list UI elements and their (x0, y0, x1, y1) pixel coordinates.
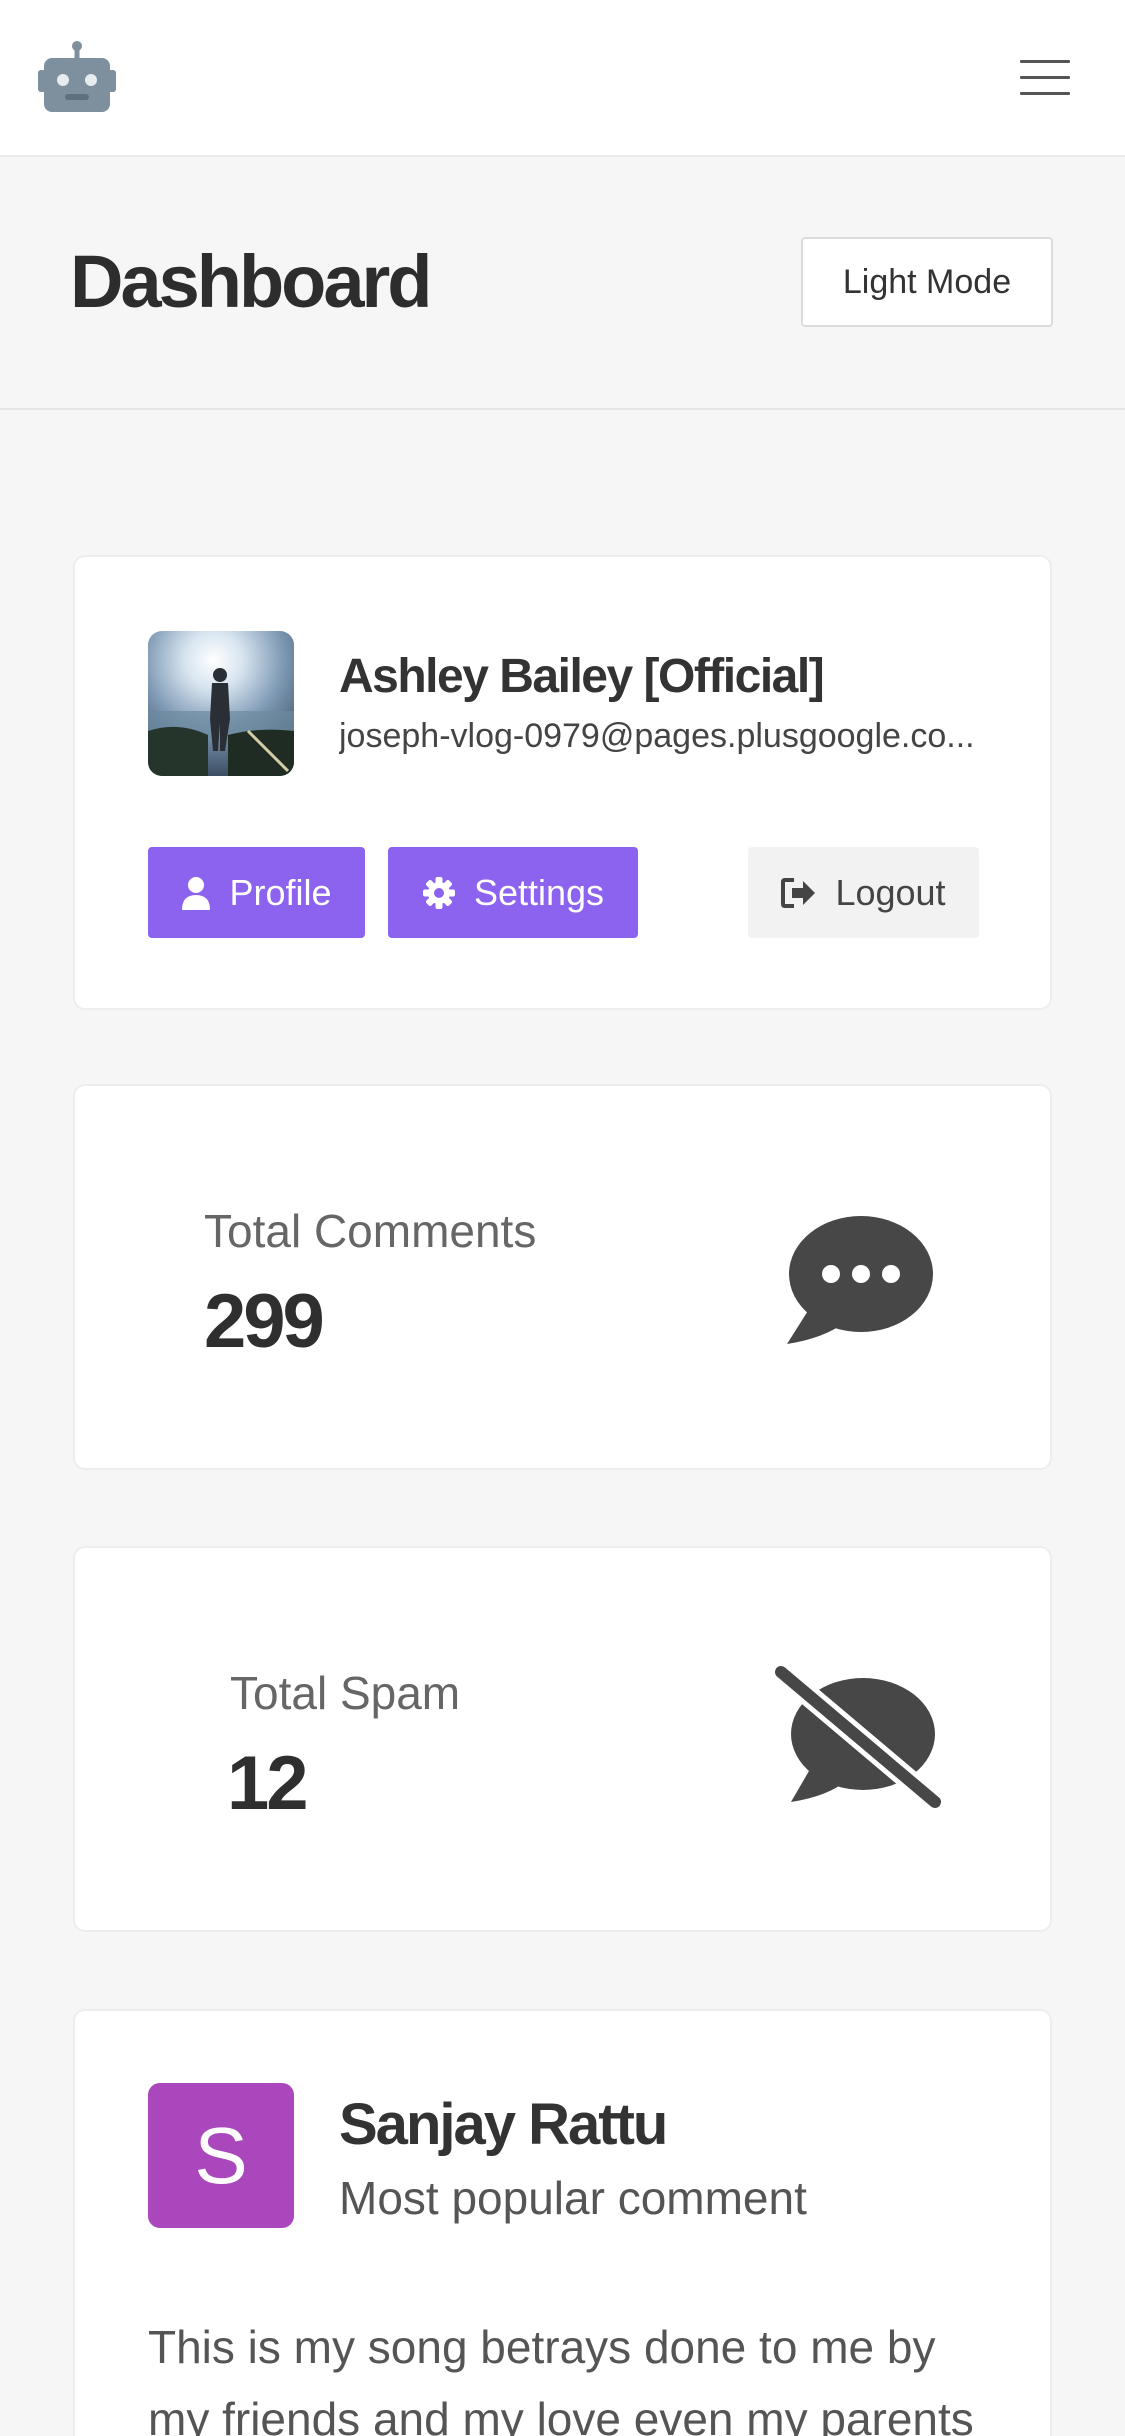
robot-logo-icon[interactable] (38, 40, 116, 114)
total-comments-card: Total Comments 299 (73, 1084, 1052, 1470)
profile-button[interactable]: Profile (148, 847, 365, 938)
total-comments-value: 299 (204, 1279, 325, 1364)
user-email: joseph-vlog-0979@pages.plusgoogle.co... (339, 717, 975, 755)
gear-icon (422, 876, 455, 909)
total-spam-label: Total Spam (230, 1667, 461, 1719)
total-spam-value: 12 (227, 1741, 309, 1826)
page-title: Dashboard (70, 240, 433, 323)
user-avatar (148, 631, 294, 776)
top-navbar (0, 0, 1125, 157)
commenter-avatar: S (148, 2083, 294, 2228)
comment-slash-icon (767, 1661, 951, 1817)
light-mode-toggle-button[interactable]: Light Mode (801, 237, 1053, 327)
popular-comment-card: S Sanjay Rattu Most popular comment This… (73, 2009, 1052, 2436)
profile-card: Ashley Bailey [Official] joseph-vlog-097… (73, 555, 1052, 1010)
logout-button-label: Logout (835, 871, 946, 913)
commenter-name: Sanjay Rattu (339, 2092, 668, 2157)
settings-button[interactable]: Settings (388, 847, 638, 938)
sign-out-icon (781, 877, 816, 908)
total-comments-label: Total Comments (204, 1205, 537, 1257)
comment-subtitle: Most popular comment (339, 2172, 807, 2224)
page-header: Dashboard Light Mode (0, 157, 1125, 410)
settings-button-label: Settings (473, 871, 605, 913)
total-spam-card: Total Spam 12 (73, 1546, 1052, 1932)
logout-button[interactable]: Logout (748, 847, 979, 938)
hamburger-menu-icon[interactable] (1016, 56, 1074, 100)
comment-text: This is my song betrays done to me by my… (148, 2321, 974, 2436)
user-icon (182, 876, 211, 910)
comment-dots-icon (785, 1216, 933, 1351)
user-name: Ashley Bailey [Official] (339, 650, 825, 703)
profile-button-label: Profile (229, 871, 332, 913)
